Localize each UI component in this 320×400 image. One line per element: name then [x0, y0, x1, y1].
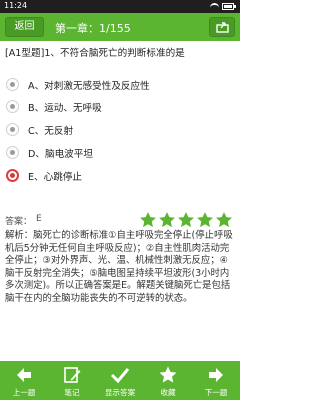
option-label: A、对刺激无感受性及反应性 [28, 81, 150, 92]
page-title: 第一章：1/155 [55, 22, 131, 35]
option-a[interactable]: A、对刺激无感受性及反应性 [4, 75, 236, 95]
option-radio[interactable] [6, 78, 19, 91]
option-radio-selected-wrong[interactable] [6, 169, 19, 182]
header-bar: 返回 第一章：1/155 [0, 13, 240, 41]
status-time: 11:24 [4, 1, 28, 10]
answer-value: E [36, 214, 42, 224]
option-label: C、无反射 [28, 126, 74, 137]
star-icon [159, 366, 177, 383]
nav-label: 上一题 [12, 388, 36, 397]
wifi-icon [210, 3, 219, 10]
option-c[interactable]: C、无反射 [4, 120, 236, 140]
arrow-left-icon [17, 368, 31, 382]
nav-label: 下一题 [204, 388, 228, 397]
share-button[interactable] [209, 17, 235, 37]
rating-star-icon [140, 212, 156, 228]
next-question-button[interactable]: 下一题 [192, 361, 240, 400]
favorite-button[interactable]: 收藏 [144, 361, 192, 400]
option-radio[interactable] [6, 146, 19, 159]
nav-label: 笔记 [64, 388, 80, 397]
difficulty-rating [138, 211, 233, 229]
bottom-nav: 上一题 笔记 显示答案 收藏 下一题 [0, 361, 240, 400]
status-icons [210, 2, 236, 11]
answer-row: 答案： E [5, 211, 237, 231]
check-icon [110, 368, 130, 384]
arrow-right-icon [209, 368, 223, 382]
option-label: B、运动、无呼吸 [28, 103, 102, 114]
option-radio[interactable] [6, 123, 19, 136]
rating-star-icon [159, 212, 175, 228]
rating-star-icon [178, 212, 194, 228]
option-label: D、脑电波平坦 [28, 149, 93, 160]
analysis-text: 解析：脑死亡的诊断标准①自主呼吸完全停止(停止呼吸机后5分钟无任何自主呼吸反应)… [5, 230, 233, 304]
nav-label: 显示答案 [104, 388, 136, 397]
option-label: E、心跳停止 [28, 172, 83, 183]
note-button[interactable]: 笔记 [48, 361, 96, 400]
rating-star-icon [216, 212, 232, 228]
option-radio[interactable] [6, 100, 19, 113]
share-icon [216, 22, 229, 33]
note-icon [64, 367, 81, 383]
status-bar: 11:24 [0, 0, 240, 13]
question-text: [A1型题]1、不符合脑死亡的判断标准的是 [5, 48, 185, 59]
show-answer-button[interactable]: 显示答案 [96, 361, 144, 400]
battery-icon [222, 3, 236, 10]
option-e[interactable]: E、心跳停止 [4, 166, 236, 186]
option-d[interactable]: D、脑电波平坦 [4, 143, 236, 163]
prev-question-button[interactable]: 上一题 [0, 361, 48, 400]
option-b[interactable]: B、运动、无呼吸 [4, 97, 236, 117]
rating-star-icon [197, 212, 213, 228]
back-button[interactable]: 返回 [5, 17, 44, 37]
answer-label: 答案： [5, 217, 33, 227]
nav-label: 收藏 [160, 388, 176, 397]
